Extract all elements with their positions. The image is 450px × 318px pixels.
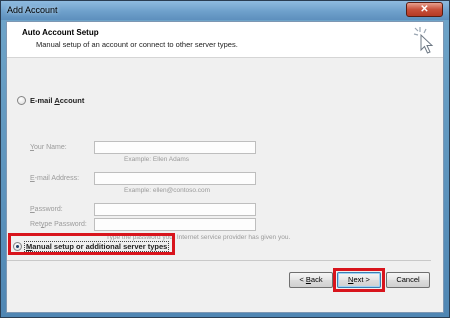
window-title: Add Account xyxy=(7,5,58,15)
manual-setup-label[interactable]: Manual setup or additional server types xyxy=(24,241,170,252)
manual-setup-radio[interactable] xyxy=(13,242,22,251)
page-subtitle: Manual setup of an account or connect to… xyxy=(36,40,238,49)
email-account-radio[interactable] xyxy=(17,96,26,105)
close-button[interactable]: ✕ xyxy=(406,2,443,17)
email-account-label[interactable]: E-mail Account xyxy=(30,96,84,105)
your-name-input[interactable] xyxy=(94,141,256,154)
wizard-header: Auto Account Setup Manual setup of an ac… xyxy=(7,22,443,58)
add-account-window: Add Account ✕ Auto Account Setup Manual … xyxy=(0,0,450,318)
retype-password-label: Retype Password: xyxy=(30,221,87,228)
email-address-hint: Example: ellen@contoso.com xyxy=(124,187,211,194)
page-title: Auto Account Setup xyxy=(22,28,99,37)
back-button[interactable]: < Back xyxy=(289,272,333,288)
cancel-button[interactable]: Cancel xyxy=(386,272,430,288)
retype-password-input[interactable] xyxy=(94,218,256,231)
title-bar[interactable]: Add Account ✕ xyxy=(1,1,449,20)
password-input[interactable] xyxy=(94,203,256,216)
footer-divider xyxy=(7,260,431,261)
cursor-sparkle-icon xyxy=(413,27,434,54)
your-name-label: Your Name: xyxy=(30,144,67,151)
email-address-label: E-mail Address: xyxy=(30,175,80,182)
your-name-hint: Example: Ellen Adams xyxy=(124,156,190,163)
password-label: Password: xyxy=(30,206,63,213)
email-address-input[interactable] xyxy=(94,172,256,185)
next-button-highlight xyxy=(333,268,385,292)
